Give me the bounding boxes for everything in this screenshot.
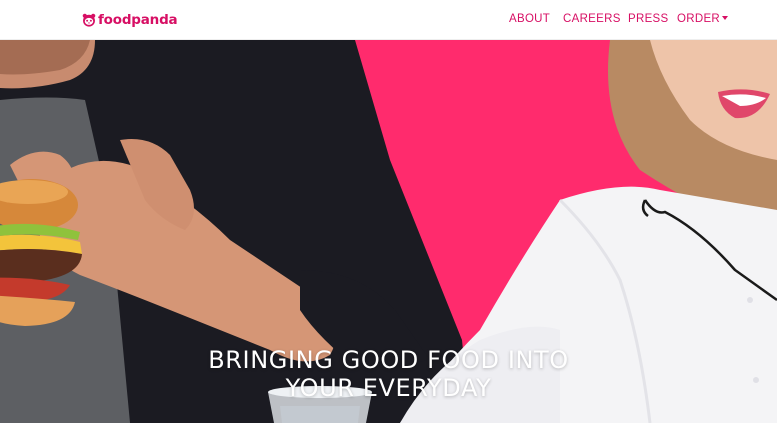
brand-logo[interactable]: foodpanda bbox=[82, 11, 178, 29]
chevron-down-icon bbox=[722, 16, 729, 20]
nav-order[interactable]: ORDER bbox=[677, 13, 729, 25]
nav-about[interactable]: ABOUT bbox=[509, 13, 550, 25]
nav-order-label: ORDER bbox=[677, 13, 721, 25]
nav-careers[interactable]: CAREERS bbox=[563, 13, 621, 25]
nav-press[interactable]: PRESS bbox=[628, 13, 669, 25]
brand-name: foodpanda bbox=[98, 12, 178, 28]
top-navbar: foodpanda ABOUT CAREERS PRESS ORDER bbox=[0, 0, 777, 40]
burger-icon bbox=[0, 179, 82, 326]
hero-headline-line1: BRINGING GOOD FOOD INTO bbox=[208, 346, 569, 374]
panda-icon bbox=[82, 13, 96, 27]
hero-headline-line2: YOUR EVERYDAY bbox=[285, 374, 492, 402]
hero-banner: BRINGING GOOD FOOD INTO YOUR EVERYDAY bbox=[0, 40, 777, 423]
